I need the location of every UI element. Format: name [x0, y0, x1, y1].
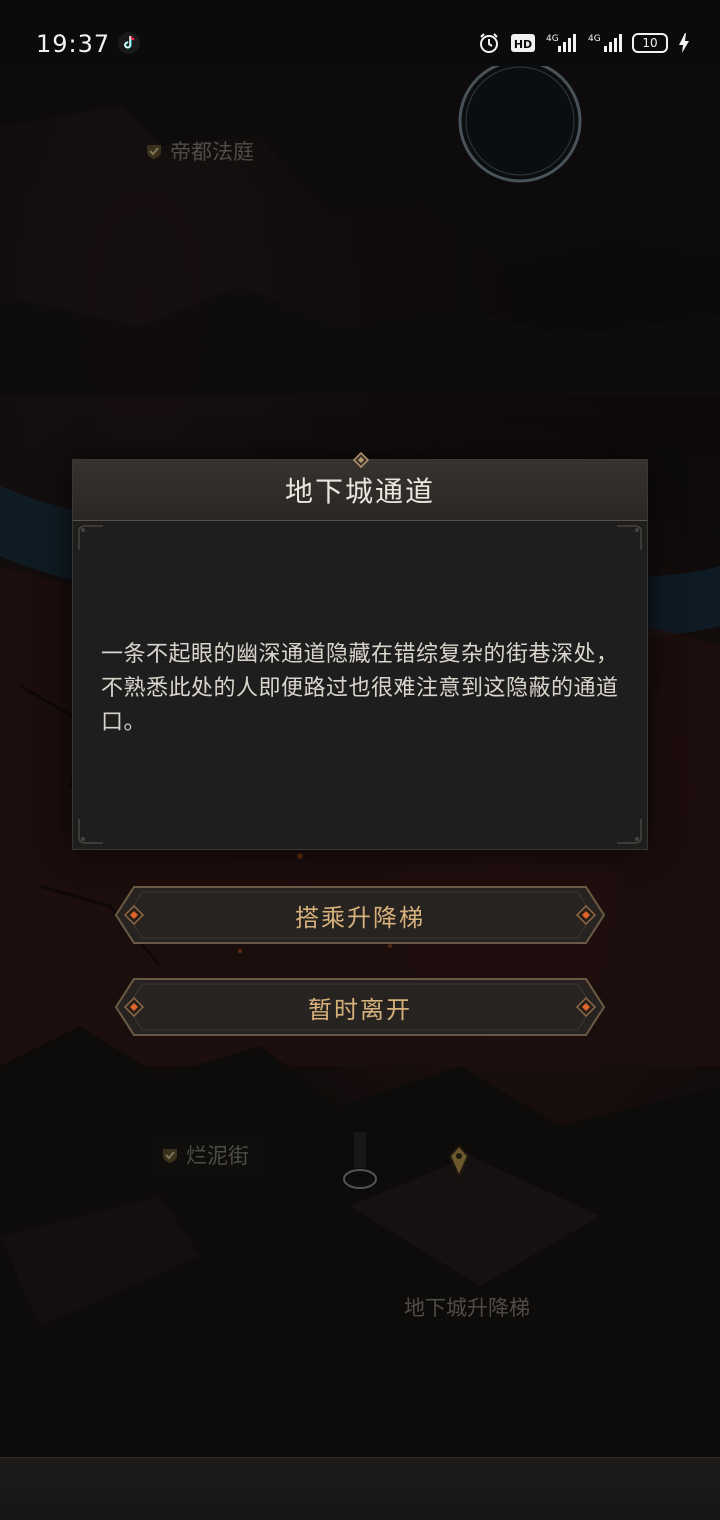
corner-ornament-icon	[78, 819, 103, 844]
status-icons: HD 4G 4G 10	[478, 32, 690, 54]
hd-icon: HD	[511, 34, 535, 52]
dialog-title: 地下城通道	[284, 475, 435, 508]
corner-ornament-icon	[617, 819, 642, 844]
ride-elevator-button[interactable]: 搭乘升降梯	[112, 883, 608, 947]
status-time: 19:37	[36, 30, 111, 58]
game-screen: 19:37 HD 4G 4G 10 帝都法庭 烂泥街 地下城升降梯 地下城通道 …	[0, 0, 720, 1520]
bottom-bar	[0, 1457, 720, 1520]
battery-indicator: 10	[632, 33, 668, 53]
corner-ornament-icon	[78, 525, 103, 550]
status-bar: 19:37 HD 4G 4G 10	[0, 0, 720, 66]
svg-text:4G: 4G	[588, 34, 601, 44]
signal-icon-2: 4G	[588, 34, 622, 52]
leave-label: 暂时离开	[308, 995, 412, 1024]
dungeon-passage-dialog: 地下城通道 一条不起眼的幽深通道隐藏在错综复杂的街巷深处，不熟悉此处的人即便路过…	[72, 452, 648, 850]
svg-text:4G: 4G	[546, 34, 559, 44]
diamond-ornament-icon	[353, 452, 369, 468]
ride-elevator-label: 搭乘升降梯	[295, 903, 425, 932]
dialog-header: 地下城通道	[73, 452, 647, 521]
charging-icon	[679, 33, 689, 53]
alarm-icon	[480, 33, 498, 53]
tiktok-icon	[118, 32, 140, 54]
signal-icon-1: 4G	[546, 34, 576, 52]
svg-text:HD: HD	[514, 38, 532, 51]
corner-ornament-icon	[617, 525, 642, 550]
leave-button[interactable]: 暂时离开	[112, 975, 608, 1039]
dialog-description: 一条不起眼的幽深通道隐藏在错综复杂的街巷深处，不熟悉此处的人即便路过也很难注意到…	[101, 642, 619, 735]
